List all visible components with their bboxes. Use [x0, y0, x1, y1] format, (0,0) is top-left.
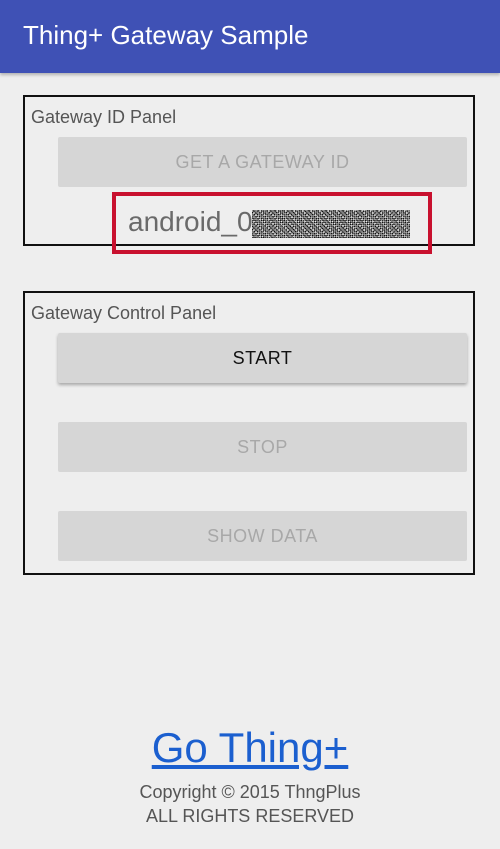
go-thingplus-link[interactable]: Go Thing+: [0, 724, 500, 772]
get-gateway-id-button[interactable]: GET A GATEWAY ID: [58, 137, 467, 187]
gateway-control-panel: Gateway Control Panel START STOP SHOW DA…: [23, 291, 475, 575]
gateway-id-panel-label: Gateway ID Panel: [31, 107, 177, 127]
redacted-id-block: [252, 210, 410, 238]
copyright-line-1: Copyright © 2015 ThngPlus: [139, 782, 361, 802]
app-bar: Thing+ Gateway Sample: [0, 0, 500, 73]
start-button[interactable]: START: [58, 333, 467, 383]
copyright-line-2: ALL RIGHTS RESERVED: [145, 806, 355, 826]
copyright-text: Copyright © 2015 ThngPlus ALL RIGHTS RES…: [0, 780, 500, 828]
gateway-id-highlight: android_0: [112, 192, 432, 254]
app-title: Thing+ Gateway Sample: [23, 20, 309, 50]
stop-button[interactable]: STOP: [58, 422, 467, 472]
gateway-control-panel-label: Gateway Control Panel: [31, 303, 217, 323]
gateway-id-value: android_0: [128, 206, 253, 237]
show-data-button[interactable]: SHOW DATA: [58, 511, 467, 561]
